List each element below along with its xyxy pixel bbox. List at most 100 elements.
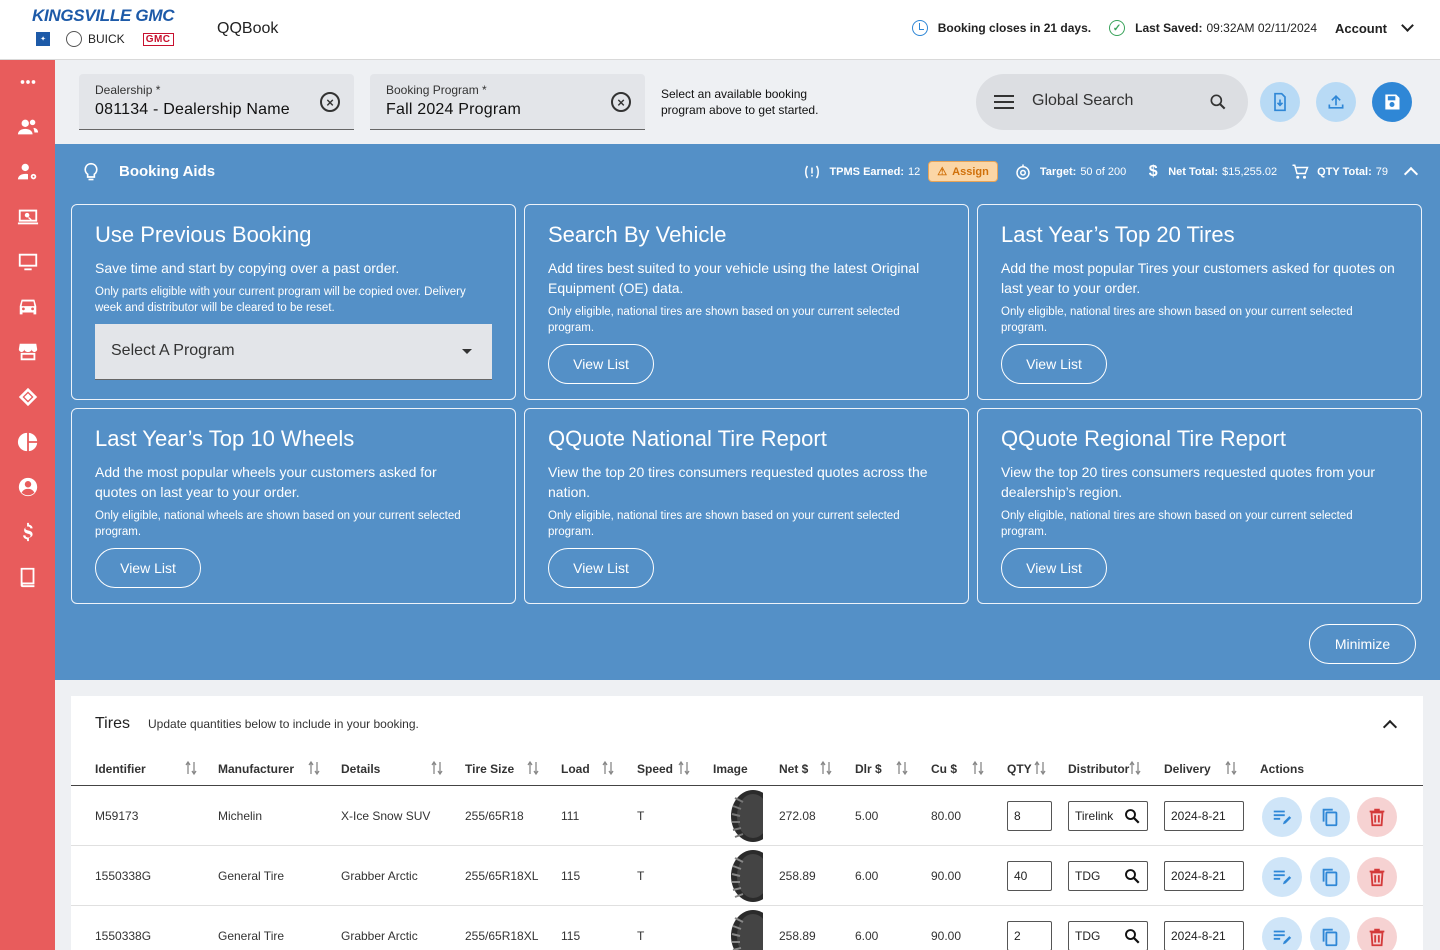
clear-dealership-icon[interactable]: × (320, 92, 340, 112)
col-cu[interactable]: Cu $ (931, 762, 957, 776)
cell-speed: T (637, 869, 645, 883)
sort-icon[interactable] (1034, 760, 1046, 776)
save-icon (1385, 94, 1400, 110)
brand-logos: ✦ BUICK GMC (36, 31, 174, 47)
upload-button[interactable] (1316, 82, 1356, 122)
sort-icon[interactable] (308, 760, 320, 776)
view-list-button[interactable]: View List (548, 344, 654, 384)
col-speed[interactable]: Speed (637, 762, 673, 776)
duplicate-button[interactable] (1310, 917, 1350, 950)
search-icon[interactable] (1123, 807, 1141, 825)
sidebar-item-catalog[interactable] (0, 557, 55, 597)
sidebar-item-billing[interactable] (0, 512, 55, 552)
user-gear-icon (17, 163, 36, 180)
sidebar-item-search-monitor[interactable] (0, 197, 55, 237)
card-note: Only eligible, national tires are shown … (1001, 306, 1353, 334)
distributor-input[interactable]: TDG (1068, 861, 1148, 891)
account-menu-button[interactable]: Account (1335, 19, 1414, 36)
card-regional-tire-report: QQuote Regional Tire Report View the top… (977, 408, 1422, 604)
card-description: View the top 20 tires consumers requeste… (548, 464, 928, 500)
view-list-button[interactable]: View List (1001, 344, 1107, 384)
sidebar-item-reports[interactable] (0, 422, 55, 462)
delete-button[interactable] (1357, 797, 1397, 837)
edit-button[interactable] (1262, 857, 1302, 897)
target-value: 50 of 200 (1080, 165, 1127, 178)
col-manufacturer[interactable]: Manufacturer (218, 762, 294, 776)
col-net[interactable]: Net $ (779, 762, 808, 776)
view-list-button[interactable]: View List (1001, 548, 1107, 588)
col-delivery[interactable]: Delivery (1164, 762, 1211, 776)
distributor-input[interactable]: Tirelink (1068, 801, 1148, 831)
col-identifier[interactable]: Identifier (95, 762, 146, 776)
cell-details: Grabber Arctic (341, 929, 418, 943)
sort-icon[interactable] (678, 760, 690, 776)
col-tire-size[interactable]: Tire Size (465, 762, 514, 776)
sidebar-item-store[interactable] (0, 332, 55, 372)
duplicate-button[interactable] (1310, 797, 1350, 837)
save-button[interactable] (1372, 82, 1412, 122)
booking-program-field[interactable]: Booking Program * Fall 2024 Program × (370, 74, 645, 130)
sort-icon[interactable] (185, 760, 197, 776)
sidebar-item-vehicle[interactable] (0, 287, 55, 327)
distributor-value: TDG (1075, 869, 1101, 883)
tire-tread-icon (18, 387, 37, 407)
col-details[interactable]: Details (341, 762, 380, 776)
duplicate-button[interactable] (1310, 857, 1350, 897)
booking-program-label: Booking Program * (386, 83, 487, 97)
cell-load: 115 (561, 869, 581, 883)
sort-icon[interactable] (431, 760, 443, 776)
sort-icon[interactable] (820, 760, 832, 776)
booking-program-value: Fall 2024 Program (386, 101, 522, 118)
collapse-aids-chevron-icon[interactable] (1403, 166, 1419, 181)
sort-icon[interactable] (972, 760, 984, 776)
cell-manufacturer: Michelin (218, 809, 263, 823)
sidebar-item-monitor[interactable] (0, 242, 55, 282)
sort-icon[interactable] (602, 760, 614, 776)
view-list-button[interactable]: View List (548, 548, 654, 588)
col-qty[interactable]: QTY (1007, 762, 1032, 776)
sort-icon[interactable] (1225, 760, 1237, 776)
search-icon[interactable] (1208, 92, 1228, 112)
col-dlr[interactable]: Dlr $ (855, 762, 882, 776)
view-list-button[interactable]: View List (95, 548, 201, 588)
sidebar-item-profile[interactable] (0, 467, 55, 507)
sidebar-item-user-settings[interactable] (0, 152, 55, 192)
cell-tire-size: 255/65R18XL (465, 929, 539, 943)
delivery-input[interactable]: 2024-8-21 (1164, 801, 1244, 831)
distributor-input[interactable]: TDG (1068, 921, 1148, 950)
global-search-input[interactable]: Global Search (976, 74, 1248, 130)
sort-icon[interactable] (527, 760, 539, 776)
sort-icon[interactable] (1129, 760, 1141, 776)
sidebar-item-more[interactable] (0, 62, 55, 102)
qty-input[interactable]: 8 (1007, 801, 1052, 831)
sidebar-item-customers[interactable] (0, 107, 55, 147)
card-note: Only eligible, national tires are shown … (548, 510, 900, 538)
qty-input[interactable]: 40 (1007, 861, 1052, 891)
col-load[interactable]: Load (561, 762, 590, 776)
clear-program-icon[interactable]: × (611, 92, 631, 112)
sidebar-nav (0, 60, 55, 950)
search-icon[interactable] (1123, 927, 1141, 945)
delete-button[interactable] (1357, 917, 1397, 950)
delivery-input[interactable]: 2024-8-21 (1164, 921, 1244, 950)
collapse-tires-chevron-icon[interactable] (1382, 719, 1398, 735)
search-icon[interactable] (1123, 867, 1141, 885)
download-button[interactable] (1260, 82, 1300, 122)
sidebar-item-tires[interactable] (0, 377, 55, 417)
cell-identifier: M59173 (95, 809, 139, 823)
col-distributor[interactable]: Distributor (1068, 762, 1129, 776)
edit-button[interactable] (1262, 797, 1302, 837)
minimize-button[interactable]: Minimize (1309, 624, 1416, 664)
dealership-field[interactable]: Dealership * 081134 - Dealership Name × (79, 74, 354, 130)
qty-input[interactable]: 2 (1007, 921, 1052, 950)
warning-icon: ⚠ (937, 166, 948, 178)
assign-label: Assign (952, 165, 989, 178)
edit-button[interactable] (1262, 917, 1302, 950)
select-program-dropdown[interactable]: Select A Program (95, 324, 492, 380)
sort-icon[interactable] (896, 760, 908, 776)
delivery-input[interactable]: 2024-8-21 (1164, 861, 1244, 891)
delete-button[interactable] (1357, 857, 1397, 897)
menu-icon[interactable] (994, 95, 1014, 109)
card-description: Add tires best suited to your vehicle us… (548, 260, 920, 296)
assign-button[interactable]: ⚠ Assign (928, 161, 998, 182)
